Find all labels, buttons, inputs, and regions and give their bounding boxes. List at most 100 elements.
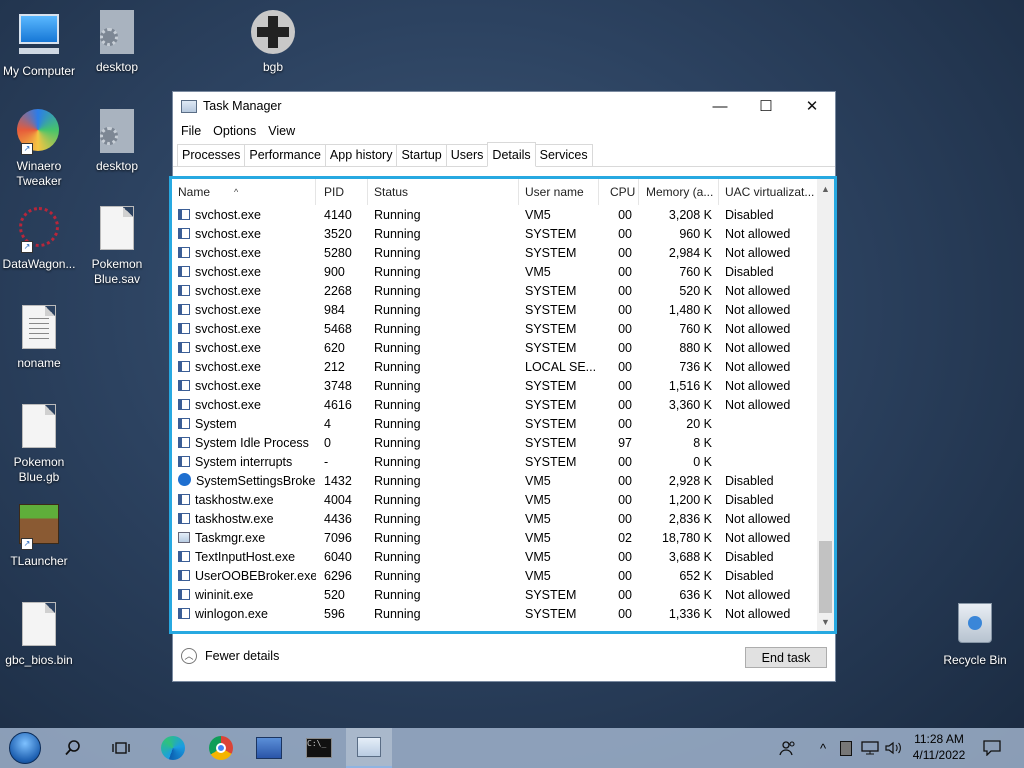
- column-header-name[interactable]: Name: [172, 179, 316, 205]
- table-row[interactable]: Taskmgr.exe 7096 Running VM5 02 18,780 K Not a…: [172, 529, 816, 548]
- maximize-button[interactable]: ☐: [743, 92, 789, 120]
- process-name: wininit.exe: [195, 588, 254, 602]
- desktop-icon-my-computer[interactable]: My Computer: [0, 10, 81, 79]
- table-row[interactable]: svchost.exe 984 Running SYSTEM 00 1,480 K Not …: [172, 301, 816, 320]
- table-row[interactable]: wininit.exe 520 Running SYSTEM 00 636 K Not al…: [172, 586, 816, 605]
- table-row[interactable]: svchost.exe 3520 Running SYSTEM 00 960 K Not a…: [172, 225, 816, 244]
- table-row[interactable]: svchost.exe 5468 Running SYSTEM 00 760 K Not a…: [172, 320, 816, 339]
- volume-button[interactable]: [884, 728, 904, 768]
- cell-name: UserOOBEBroker.exe: [178, 567, 316, 586]
- tab-users[interactable]: Users: [445, 144, 489, 166]
- cell-status: Running: [374, 284, 421, 298]
- column-header-user-name[interactable]: User name: [519, 179, 599, 205]
- show-hidden-icons-button[interactable]: ^: [814, 728, 832, 768]
- icon-label: noname: [17, 356, 61, 370]
- cell-cpu: 00: [618, 360, 632, 374]
- table-row[interactable]: taskhostw.exe 4004 Running VM5 00 1,200 K Disa…: [172, 491, 816, 510]
- table-row[interactable]: svchost.exe 212 Running LOCAL SE... 00 736 K N…: [172, 358, 816, 377]
- tab-startup[interactable]: Startup: [396, 144, 447, 166]
- desktop-icon-desktop-2[interactable]: desktop: [75, 109, 159, 174]
- desktop-icon-bgb[interactable]: bgb: [231, 10, 315, 75]
- cell-uac: Not allowed: [725, 341, 791, 355]
- search-button[interactable]: [50, 728, 96, 768]
- process-window-icon: [178, 323, 190, 334]
- cell-cpu: 00: [618, 417, 632, 431]
- table-row[interactable]: svchost.exe 3748 Running SYSTEM 00 1,516 K Not…: [172, 377, 816, 396]
- scroll-thumb[interactable]: [819, 541, 832, 613]
- table-row[interactable]: svchost.exe 620 Running SYSTEM 00 880 K Not al…: [172, 339, 816, 358]
- table-row[interactable]: svchost.exe 2268 Running SYSTEM 00 520 K Not a…: [172, 282, 816, 301]
- cell-status: Running: [374, 227, 421, 241]
- taskbar-network-app[interactable]: [246, 728, 292, 768]
- minimize-button[interactable]: —: [697, 92, 743, 120]
- menu-options[interactable]: Options: [207, 124, 262, 138]
- tab-services[interactable]: Services: [534, 144, 593, 166]
- table-row[interactable]: svchost.exe 5280 Running SYSTEM 00 2,984 K Not…: [172, 244, 816, 263]
- desktop-icon-noname[interactable]: noname: [0, 306, 81, 371]
- column-header-memory[interactable]: Memory (a...: [640, 179, 719, 205]
- desktop-icon-gbc-bios[interactable]: gbc_bios.bin: [0, 603, 81, 668]
- task-view-button[interactable]: [98, 728, 144, 768]
- table-row[interactable]: TextInputHost.exe 6040 Running VM5 00 3,688 K…: [172, 548, 816, 567]
- desktop-icon-recycle-bin[interactable]: Recycle Bin: [933, 603, 1017, 668]
- taskbar-task-manager[interactable]: [346, 728, 392, 768]
- column-header-status[interactable]: Status: [368, 179, 519, 205]
- table-row[interactable]: System interrupts - Running SYSTEM 00 0 K: [172, 453, 816, 472]
- scroll-down-icon[interactable]: ▼: [817, 614, 834, 631]
- column-header-cpu[interactable]: CPU: [604, 179, 639, 205]
- search-icon: [65, 740, 80, 756]
- cell-status: Running: [374, 246, 421, 260]
- fewer-details-button[interactable]: ︿ Fewer details: [181, 648, 279, 664]
- desktop-icon-pokemon-gb[interactable]: Pokemon Blue.gb: [0, 405, 81, 485]
- table-row[interactable]: svchost.exe 4140 Running VM5 00 3,208 K Disabl…: [172, 206, 816, 225]
- process-name: taskhostw.exe: [195, 493, 274, 507]
- menu-file[interactable]: File: [175, 124, 207, 138]
- table-row[interactable]: svchost.exe 900 Running VM5 00 760 K Disabled: [172, 263, 816, 282]
- desktop-icon-pokemon-sav[interactable]: Pokemon Blue.sav: [75, 207, 159, 287]
- people-button[interactable]: [776, 728, 800, 768]
- table-row[interactable]: SystemSettingsBroke... 1432 Running VM5 00 2,…: [172, 472, 816, 491]
- tab-details[interactable]: Details: [487, 142, 536, 167]
- people-icon: [779, 741, 795, 756]
- file-icon: [95, 207, 139, 253]
- network-button[interactable]: [860, 728, 880, 768]
- desktop-icon-tlauncher[interactable]: ↗ TLauncher: [0, 504, 81, 569]
- process-window-icon: [178, 285, 190, 296]
- table-row[interactable]: System 4 Running SYSTEM 00 20 K: [172, 415, 816, 434]
- cell-pid: 2268: [324, 284, 352, 298]
- menu-view[interactable]: View: [262, 124, 301, 138]
- taskbar-chrome[interactable]: [198, 728, 244, 768]
- column-header-uac[interactable]: UAC virtualizat...: [719, 179, 819, 205]
- scroll-up-icon[interactable]: ▲: [817, 181, 834, 198]
- column-header-pid[interactable]: PID: [318, 179, 368, 205]
- start-button[interactable]: [2, 728, 48, 768]
- table-row[interactable]: taskhostw.exe 4436 Running VM5 00 2,836 K Not …: [172, 510, 816, 529]
- table-row[interactable]: UserOOBEBroker.exe 6296 Running VM5 00 652 K D…: [172, 567, 816, 586]
- tray-device[interactable]: [838, 728, 854, 768]
- settings-gear-icon: [178, 473, 191, 486]
- process-window-icon: [178, 608, 190, 619]
- table-row[interactable]: System Idle Process 0 Running SYSTEM 97 8 K: [172, 434, 816, 453]
- close-button[interactable]: ✕: [789, 92, 835, 120]
- desktop-icon-datawagon[interactable]: ↗ DataWagon...: [0, 207, 81, 272]
- cell-user-name: SYSTEM: [525, 436, 577, 450]
- taskbar-clock[interactable]: 11:28 AM 4/11/2022: [906, 731, 972, 763]
- notifications-button[interactable]: [980, 728, 1004, 768]
- title-bar[interactable]: Task Manager — ☐ ✕: [173, 92, 835, 120]
- icon-label: TLauncher: [10, 554, 68, 568]
- table-row[interactable]: winlogon.exe 596 Running SYSTEM 00 1,336 K Not…: [172, 605, 816, 624]
- icon-label: Pokemon Blue.gb: [13, 455, 65, 484]
- column-header-row: Name ^ PID Status User name CPU Memory (…: [172, 179, 816, 205]
- taskbar-edge[interactable]: [150, 728, 196, 768]
- cell-status: Running: [374, 550, 421, 564]
- table-row[interactable]: svchost.exe 4616 Running SYSTEM 00 3,360 K Not…: [172, 396, 816, 415]
- vertical-scrollbar[interactable]: ▲ ▼: [817, 179, 834, 631]
- tab-app-history[interactable]: App history: [324, 144, 398, 166]
- taskbar-terminal[interactable]: C:\_: [296, 728, 342, 768]
- tab-performance[interactable]: Performance: [244, 144, 326, 166]
- cell-memory: 0 K: [693, 455, 712, 469]
- desktop-icon-desktop-1[interactable]: desktop: [75, 10, 159, 75]
- desktop-icon-winaero[interactable]: ↗ Winaero Tweaker: [0, 109, 81, 189]
- tab-processes[interactable]: Processes: [177, 144, 246, 166]
- end-task-button[interactable]: End task: [745, 647, 827, 668]
